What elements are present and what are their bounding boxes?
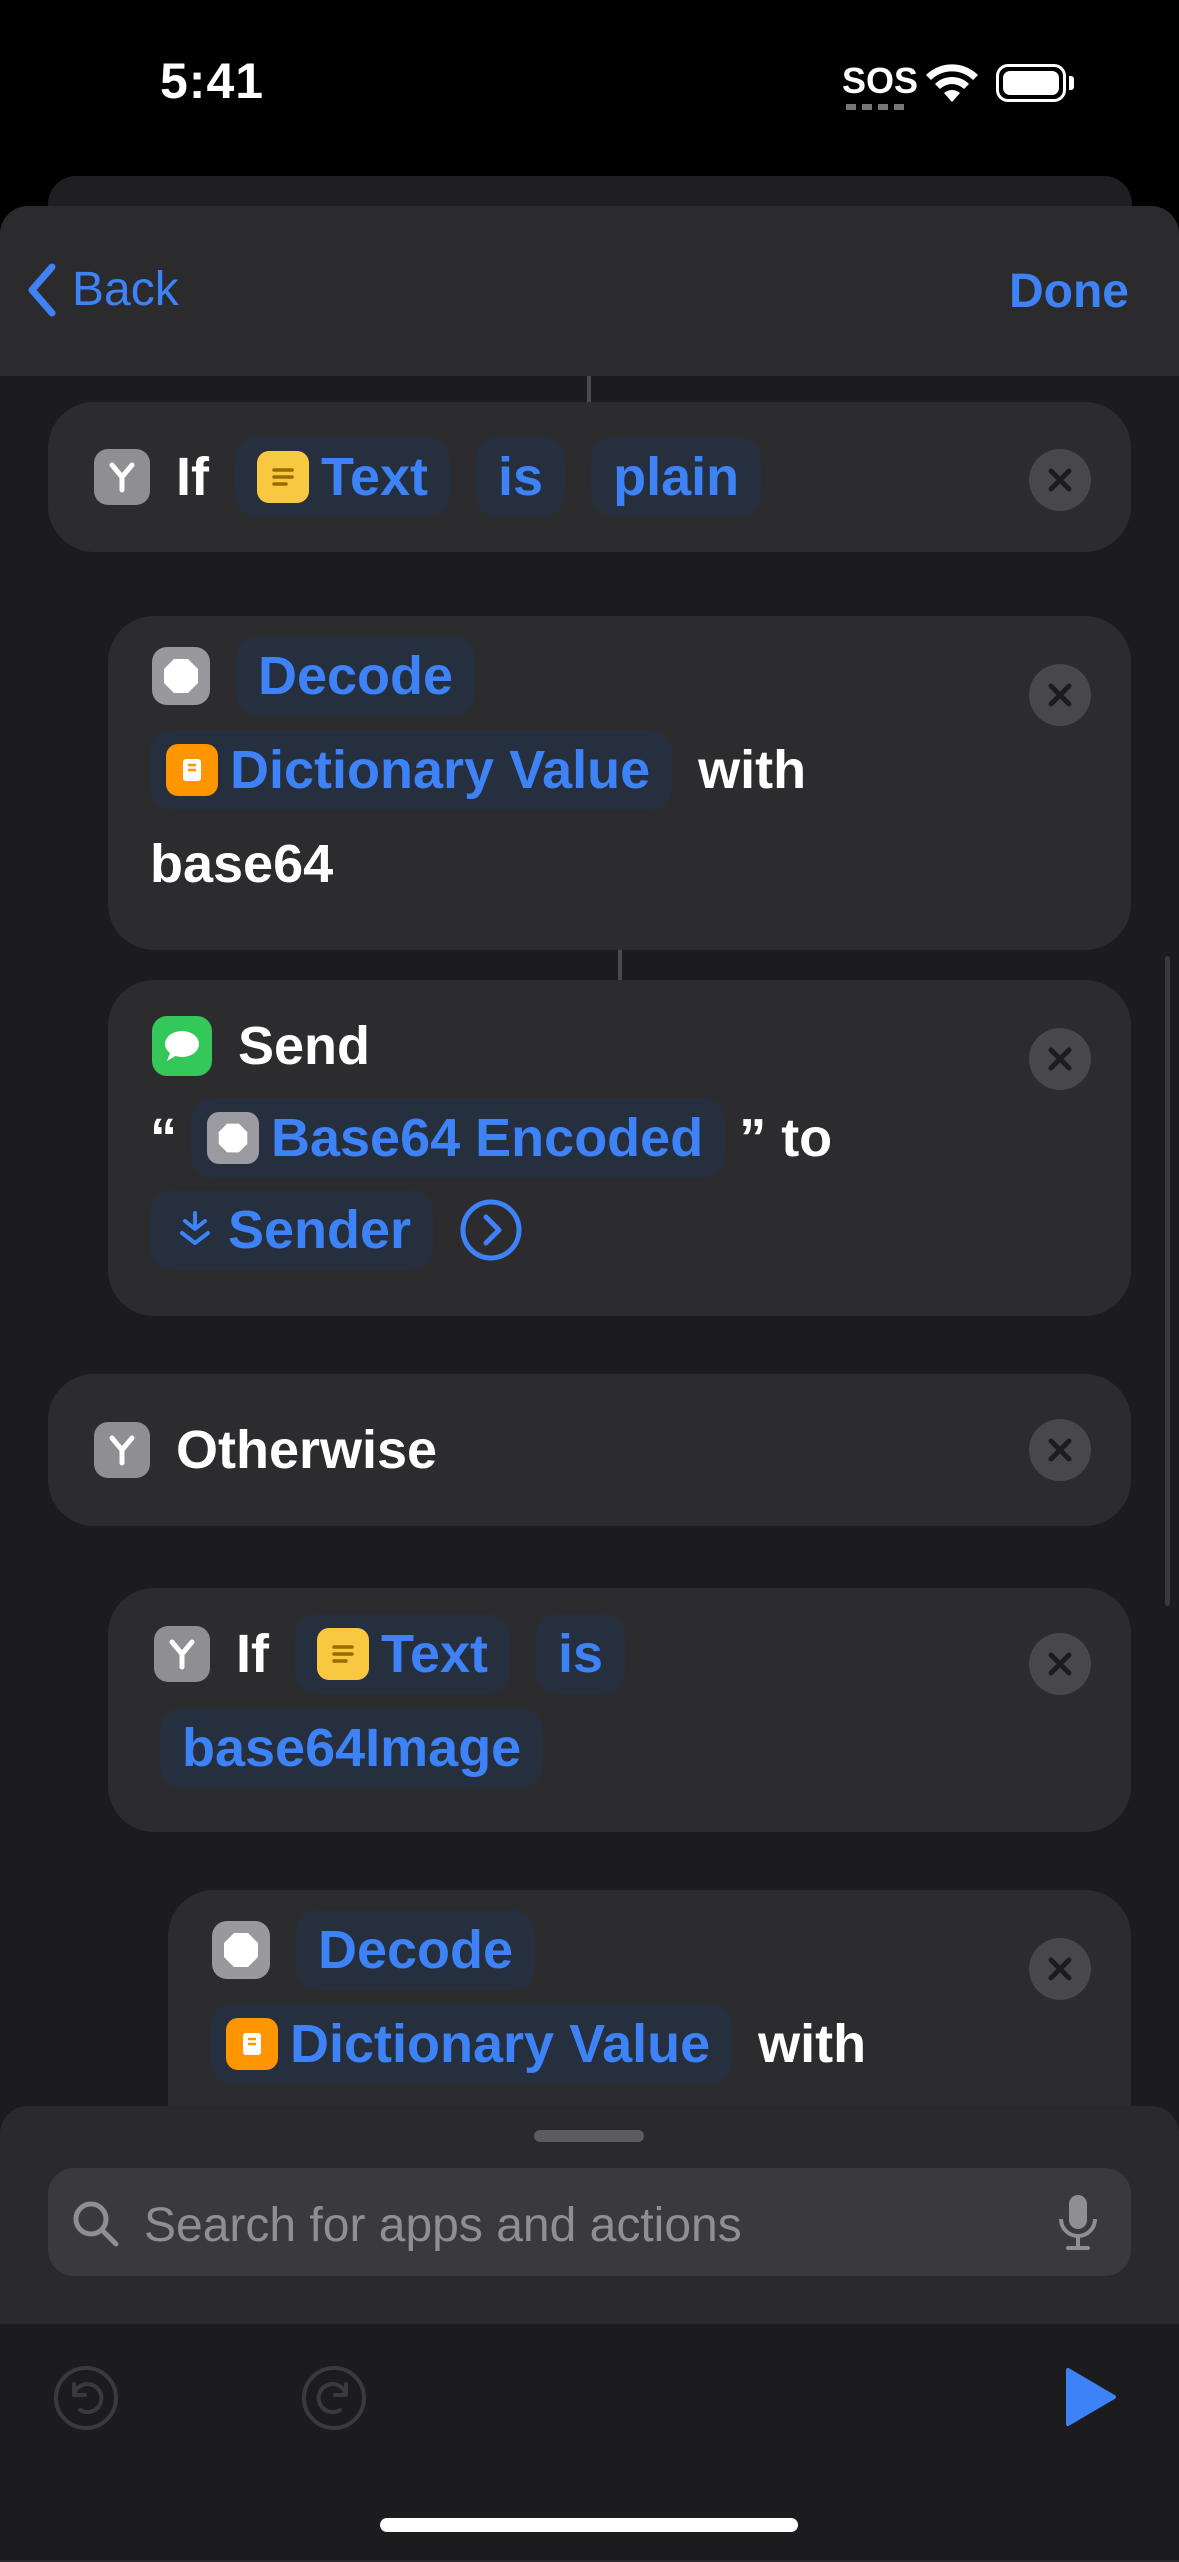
text-icon — [257, 451, 309, 503]
close-icon — [1048, 468, 1072, 492]
with-word: with — [698, 740, 807, 800]
text-variable-label: Text — [381, 1624, 489, 1684]
text-variable-pill[interactable]: Text — [235, 437, 451, 517]
stop-icon — [152, 647, 210, 705]
decode-action-card[interactable]: Decode Dictionary Value with base64 — [108, 616, 1131, 950]
remove-action-button[interactable] — [1029, 1028, 1091, 1090]
if-branch-icon — [94, 1422, 150, 1478]
sender-variable-pill[interactable]: Sender — [150, 1190, 434, 1270]
remove-action-button[interactable] — [1029, 1419, 1091, 1481]
redo-icon[interactable] — [300, 2364, 368, 2432]
base64-encoded-label: Base64 Encoded — [271, 1108, 704, 1168]
with-word: with — [758, 2014, 867, 2074]
drag-handle[interactable] — [534, 2130, 644, 2142]
if-branch-icon — [154, 1626, 210, 1682]
open-quote: “ — [150, 1108, 177, 1168]
messages-icon — [152, 1016, 212, 1076]
microphone-icon[interactable] — [1056, 2192, 1100, 2254]
condition-value-pill[interactable]: base64Image — [160, 1708, 544, 1788]
text-variable-pill[interactable]: Text — [295, 1614, 511, 1694]
close-icon — [1048, 1438, 1072, 1462]
condition-operator-pill[interactable]: is — [536, 1614, 626, 1694]
decode-operation-pill[interactable]: Decode — [296, 1910, 536, 1990]
base64-encoded-variable-pill[interactable]: Base64 Encoded — [191, 1098, 726, 1178]
otherwise-label: Otherwise — [176, 1420, 438, 1480]
undo-icon[interactable] — [52, 2364, 120, 2432]
chevron-right-circle-icon[interactable] — [459, 1198, 523, 1262]
if-keyword: If — [236, 1624, 269, 1684]
remove-action-button[interactable] — [1029, 664, 1091, 726]
close-icon — [1048, 1652, 1072, 1676]
home-indicator[interactable] — [380, 2518, 798, 2532]
flow-connector — [618, 950, 622, 984]
condition-operator-pill[interactable]: is — [476, 437, 566, 517]
play-icon[interactable] — [1062, 2366, 1118, 2428]
if-action-card[interactable]: If Text is base64Image — [108, 1588, 1131, 1832]
battery-icon — [996, 64, 1066, 102]
stop-icon — [212, 1921, 270, 1979]
remove-action-button[interactable] — [1029, 1633, 1091, 1695]
done-button[interactable]: Done — [1009, 264, 1129, 319]
remove-action-button[interactable] — [1029, 449, 1091, 511]
if-action-card[interactable]: If Text is plain — [48, 402, 1131, 552]
status-time: 5:41 — [160, 53, 265, 109]
dictionary-value-pill[interactable]: Dictionary Value — [210, 2004, 733, 2084]
remove-action-button[interactable] — [1029, 1938, 1091, 2000]
send-action-label: Send — [238, 1016, 371, 1076]
back-label: Back — [72, 263, 179, 316]
text-icon — [317, 1628, 369, 1680]
close-icon — [1048, 1047, 1072, 1071]
text-variable-label: Text — [321, 447, 429, 507]
search-icon — [73, 2201, 119, 2247]
search-field[interactable]: Search for apps and actions — [48, 2168, 1131, 2276]
if-keyword: If — [176, 447, 209, 507]
stop-icon — [207, 1112, 259, 1164]
format-base64-label[interactable]: base64 — [150, 833, 333, 895]
send-message-action-card[interactable]: Send “ Base64 Encoded ” to Sender — [108, 980, 1131, 1316]
wifi-icon — [926, 64, 978, 102]
otherwise-action-card[interactable]: Otherwise — [48, 1374, 1131, 1526]
if-branch-icon — [94, 449, 150, 505]
battery-tip — [1069, 76, 1074, 90]
search-placeholder: Search for apps and actions — [144, 2199, 742, 2252]
condition-value-pill[interactable]: plain — [591, 437, 762, 517]
dictionary-icon — [166, 744, 218, 796]
sos-indicator: SOS — [842, 60, 919, 101]
navigation-bar: Back Done — [0, 206, 1179, 376]
decode-operation-pill[interactable]: Decode — [236, 636, 476, 716]
dictionary-value-label: Dictionary Value — [230, 740, 651, 800]
scroll-indicator[interactable] — [1165, 956, 1170, 1606]
dictionary-value-label: Dictionary Value — [290, 2014, 711, 2074]
dictionary-icon — [226, 2018, 278, 2070]
dictionary-value-pill[interactable]: Dictionary Value — [150, 730, 673, 810]
cellular-signal-dots — [846, 104, 908, 110]
close-icon — [1048, 1957, 1072, 1981]
action-search-panel: Search for apps and actions — [0, 2106, 1179, 2562]
chevron-left-icon — [28, 263, 56, 316]
close-quote-to: ” to — [739, 1108, 833, 1168]
contact-icon — [180, 1211, 210, 1245]
back-button[interactable]: Back — [26, 262, 179, 317]
close-icon — [1048, 683, 1072, 707]
sender-label: Sender — [228, 1200, 412, 1260]
